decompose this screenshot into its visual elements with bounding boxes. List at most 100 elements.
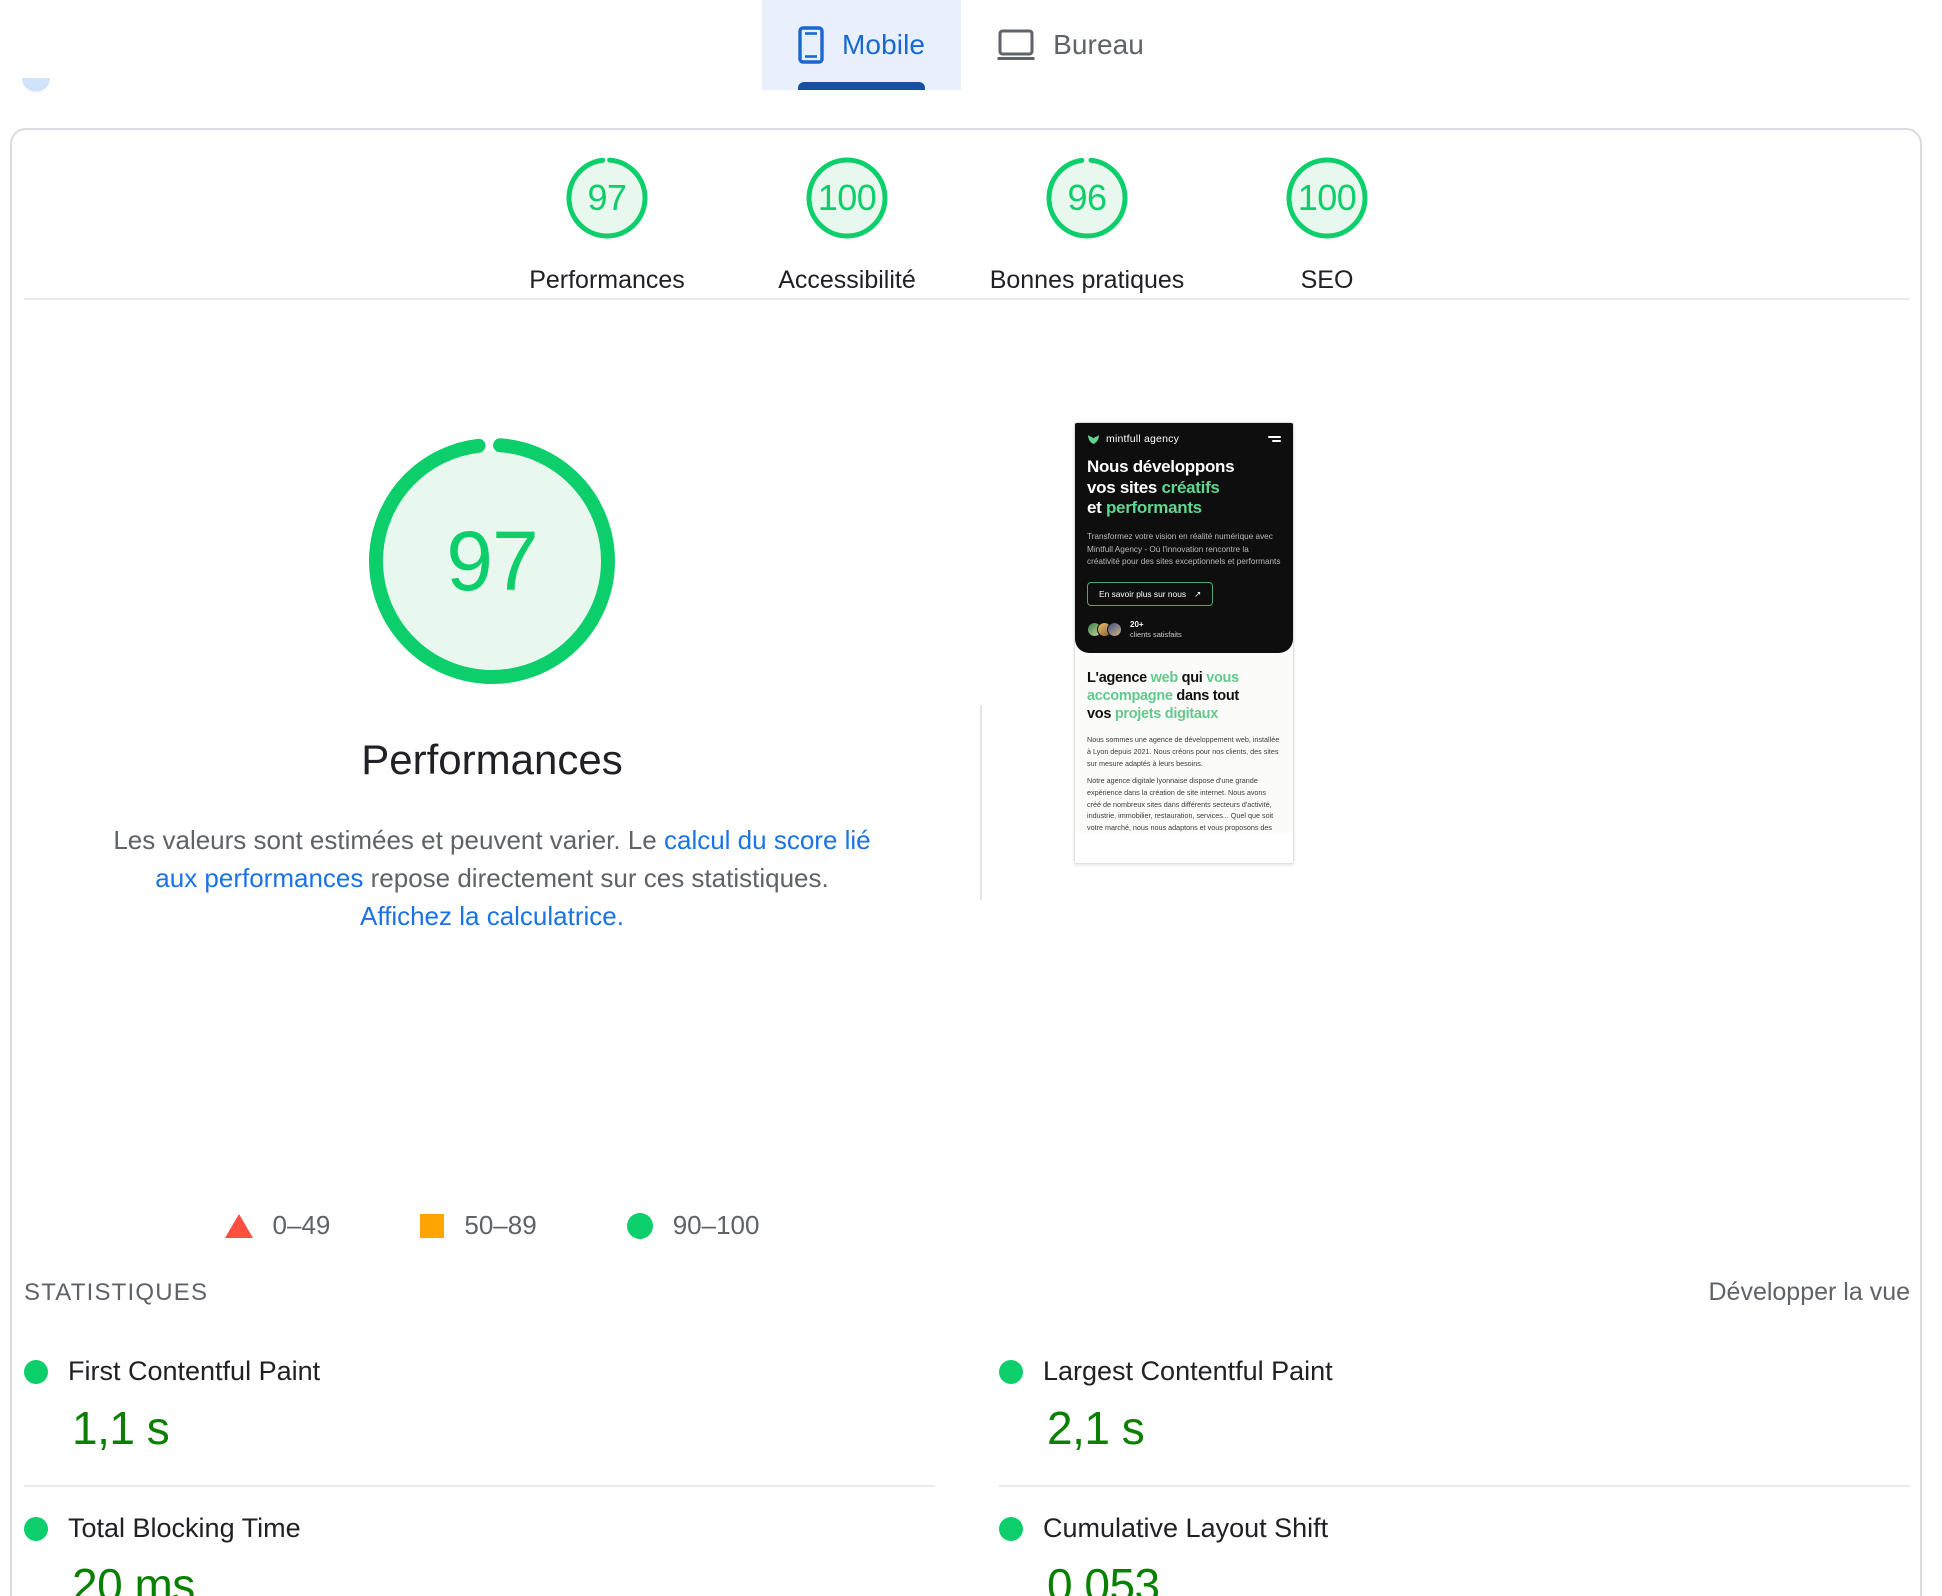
tab-active-indicator — [798, 82, 926, 90]
thumbnail-client-label: clients satisfaits — [1130, 629, 1182, 639]
category-gauge-accessibility[interactable]: 100 Accessibilité — [727, 154, 967, 295]
thumbnail-heading-line2a: vos sites — [1087, 477, 1162, 497]
thumbnail-heading: Nous développons vos sites créatifs et p… — [1087, 457, 1281, 519]
section-divider — [24, 298, 1910, 300]
avatar-group — [1087, 621, 1122, 637]
metric-value: 20 ms — [72, 1559, 195, 1596]
gauge-ring-seo: 100 — [1283, 154, 1371, 242]
gauge-ring-best-practices: 96 — [1043, 154, 1131, 242]
category-label-best-practices: Bonnes pratiques — [989, 266, 1185, 294]
thumbnail-brand-name: mintfull agency — [1106, 433, 1180, 445]
statistics-title: STATISTIQUES — [24, 1278, 209, 1306]
gauge-ring-accessibility: 100 — [803, 154, 891, 242]
category-gauge-seo[interactable]: 100 SEO — [1207, 154, 1447, 295]
thumbnail-navbar: mintfull agency — [1087, 433, 1281, 445]
metric-first-contentful-paint[interactable]: First Contentful Paint 1,1 s — [24, 1330, 935, 1487]
category-score-accessibility: 100 — [817, 177, 877, 218]
thumbnail-h2-1b: web — [1150, 669, 1179, 686]
thumbnail-h2-1c: qui — [1177, 669, 1207, 686]
metric-value: 2,1 s — [1047, 1402, 1145, 1454]
metric-value: 1,1 s — [72, 1402, 170, 1454]
thumbnail-h2-3a: vos — [1087, 706, 1115, 723]
summary-description: Les valeurs sont estimées et peuvent var… — [112, 822, 872, 936]
summary-desc-part1: Les valeurs sont estimées et peuvent var… — [113, 825, 664, 855]
thumbnail-h2-3b: projets digitaux — [1114, 706, 1218, 723]
leaf-logo-icon — [1088, 434, 1099, 444]
score-legend: 0–49 50–89 90–100 — [12, 1210, 972, 1241]
report-card: 97 Performances 100 Accessibilité 96 Bon… — [10, 128, 1922, 1596]
status-circle-icon — [999, 1359, 1023, 1384]
page-title: Performances — [361, 736, 623, 783]
thumbnail-h2-1d: vous — [1206, 669, 1239, 686]
thumbnail-cta-button: En savoir plus sur nous ↗ — [1087, 581, 1214, 606]
metric-label: First Contentful Paint — [68, 1356, 321, 1386]
performance-summary: 97 Performances Les valeurs sont estimée… — [12, 430, 972, 936]
category-label-accessibility: Accessibilité — [778, 266, 916, 294]
category-label-seo: SEO — [1300, 266, 1354, 294]
thumbnail-body-p2: Notre agence digitale lyonnaise dispose … — [1087, 776, 1274, 832]
category-gauges: 97 Performances 100 Accessibilité 96 Bon… — [12, 130, 1920, 360]
arrow-up-right-icon: ↗ — [1194, 588, 1202, 599]
statistics-header: STATISTIQUES Développer la vue — [24, 1278, 1910, 1307]
tab-desktop-label: Bureau — [1053, 29, 1144, 60]
tab-desktop[interactable]: Bureau — [961, 0, 1180, 90]
calculator-link[interactable]: Affichez la calculatrice. — [360, 901, 624, 931]
category-label-performance: Performances — [529, 266, 685, 294]
thumbnail-heading-line2b: créatifs — [1161, 477, 1220, 497]
metric-total-blocking-time[interactable]: Total Blocking Time 20 ms — [24, 1487, 935, 1596]
site-screenshot-thumbnail: mintfull agency Nous développons vos sit… — [1074, 422, 1294, 864]
expand-view-button[interactable]: Développer la vue — [1708, 1278, 1910, 1307]
metrics-grid: First Contentful Paint 1,1 s Largest Con… — [24, 1330, 1910, 1596]
mobile-phone-icon — [798, 26, 824, 64]
thumbnail-client-count: 20+ — [1130, 619, 1144, 629]
avatar — [1107, 621, 1122, 637]
gauge-ring-performance: 97 — [563, 154, 651, 242]
thumbnail-h2-1a: L'agence — [1087, 669, 1151, 686]
category-score-best-practices: 96 — [1067, 177, 1107, 218]
hamburger-menu-icon — [1268, 436, 1281, 442]
summary-desc-part2: repose directement sur ces statistiques. — [363, 862, 829, 893]
tab-mobile-label: Mobile — [842, 29, 926, 60]
thumbnail-h2-2a: accompagne — [1087, 687, 1173, 704]
thumbnail-heading-line3b: performants — [1105, 498, 1202, 518]
thumbnail-h2-2b: dans tout — [1172, 687, 1239, 704]
pagespeed-report-page: Mobile Bureau 97 Performances 100 Access… — [0, 0, 1942, 1596]
category-gauge-best-practices[interactable]: 96 Bonnes pratiques — [967, 154, 1207, 295]
thumbnail-brand: mintfull agency — [1087, 433, 1179, 445]
legend-item-good: 90–100 — [626, 1210, 760, 1241]
status-circle-icon — [24, 1516, 48, 1541]
thumbnail-heading-line3a: et — [1087, 498, 1106, 518]
category-score-performance: 97 — [587, 177, 627, 218]
thumbnail-hero: mintfull agency Nous développons vos sit… — [1075, 423, 1293, 653]
status-circle-icon — [999, 1516, 1023, 1541]
thumbnail-body-p1: Nous sommes une agence de développement … — [1087, 735, 1280, 768]
metric-label: Cumulative Layout Shift — [1043, 1513, 1329, 1543]
triangle-icon — [224, 1213, 253, 1238]
category-score-seo: 100 — [1297, 177, 1357, 218]
metric-largest-contentful-paint[interactable]: Largest Contentful Paint 2,1 s — [999, 1330, 1910, 1487]
big-gauge-score: 97 — [446, 513, 538, 608]
thumbnail-body-section: L'agence web qui vous accompagne dans to… — [1075, 652, 1293, 834]
legend-item-average: 50–89 — [420, 1210, 537, 1241]
metric-cumulative-layout-shift[interactable]: Cumulative Layout Shift 0.053 — [999, 1487, 1910, 1596]
device-tab-bar: Mobile Bureau — [0, 0, 1942, 92]
metric-label: Total Blocking Time — [68, 1513, 301, 1543]
tab-mobile[interactable]: Mobile — [762, 0, 962, 90]
thumbnail-cta-label: En savoir plus sur nous — [1099, 588, 1187, 599]
desktop-monitor-icon — [997, 28, 1035, 62]
legend-label-average: 50–89 — [464, 1210, 537, 1240]
thumbnail-heading-line1: Nous développons — [1087, 457, 1235, 476]
category-gauge-performance[interactable]: 97 Performances — [487, 154, 727, 295]
legend-item-poor: 0–49 — [224, 1210, 331, 1241]
circle-icon — [626, 1212, 653, 1239]
thumbnail-section-heading: L'agence web qui vous accompagne dans to… — [1087, 669, 1281, 723]
status-circle-icon — [24, 1359, 48, 1384]
vertical-divider — [980, 705, 982, 900]
square-icon — [420, 1213, 445, 1238]
metric-label: Largest Contentful Paint — [1043, 1356, 1333, 1386]
thumbnail-hero-paragraph: Transformez votre vision en réalité numé… — [1087, 532, 1281, 567]
thumbnail-social-proof: 20+ clients satisfaits — [1087, 620, 1281, 639]
legend-label-good: 90–100 — [672, 1210, 760, 1240]
metric-value: 0.053 — [1047, 1559, 1160, 1596]
legend-label-poor: 0–49 — [272, 1210, 331, 1240]
